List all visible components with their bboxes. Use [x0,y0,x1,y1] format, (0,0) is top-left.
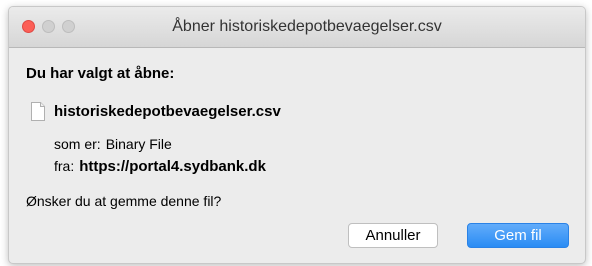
file-name: historiskedepotbevaegelser.csv [54,102,281,120]
file-kind-value: Binary File [105,136,172,152]
file-source-row: fra: https://portal4.sydbank.dk [54,158,266,175]
title-bar: Åbner historiskedepotbevaegelser.csv [9,7,585,48]
file-kind-label: som er: [54,136,101,152]
document-icon [31,101,45,121]
file-source-label: fra: [54,158,75,174]
file-source-url: https://portal4.sydbank.dk [79,158,266,175]
file-download-dialog: Åbner historiskedepotbevaegelser.csv Du … [8,6,586,264]
file-kind-row: som er: Binary File [54,136,172,152]
dialog-heading: Du har valgt at åbne: [26,65,175,82]
cancel-button[interactable]: Annuller [348,223,438,248]
save-file-button[interactable]: Gem fil [467,223,569,248]
save-question: Ønsker du at gemme denne fil? [26,193,222,209]
window-title: Åbner historiskedepotbevaegelser.csv [172,18,442,35]
file-row: historiskedepotbevaegelser.csv [31,100,281,122]
